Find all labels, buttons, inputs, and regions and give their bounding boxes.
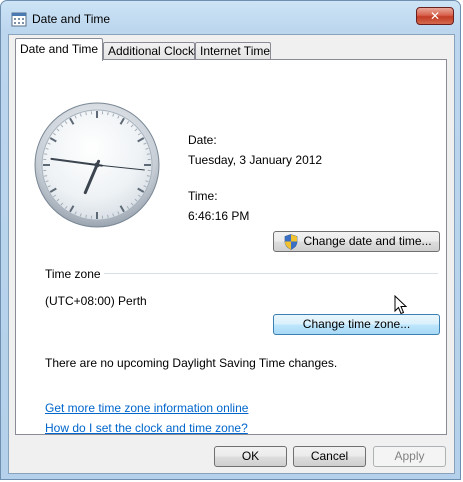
- mouse-pointer-icon: [394, 295, 408, 315]
- close-icon: ✕: [429, 9, 441, 23]
- change-date-and-time-button[interactable]: Change date and time...: [273, 231, 440, 252]
- time-zone-value: (UTC+08:00) Perth: [45, 294, 147, 308]
- date-and-time-window: Date and Time ✕ Date and Time Additional…: [0, 0, 461, 480]
- date-time-icon: [11, 12, 27, 27]
- more-time-zone-info-link[interactable]: Get more time zone information online: [45, 401, 248, 415]
- tab-internet-time[interactable]: Internet Time: [195, 42, 271, 60]
- uac-shield-icon: [284, 234, 298, 250]
- ok-button[interactable]: OK: [214, 446, 287, 467]
- dialog-client-area: Date and Time Additional Clocks Internet…: [8, 34, 455, 474]
- analog-clock: [34, 102, 160, 228]
- time-zone-heading: Time zone: [45, 267, 101, 281]
- dst-message: There are no upcoming Daylight Saving Ti…: [45, 356, 338, 370]
- change-date-and-time-label: Change date and time...: [303, 234, 432, 248]
- tab-panel-date-and-time: Date: Tuesday, 3 January 2012 Time: 6:46…: [15, 59, 447, 435]
- tab-additional-clocks[interactable]: Additional Clocks: [103, 42, 200, 60]
- close-button[interactable]: ✕: [416, 7, 454, 25]
- time-label: Time:: [188, 189, 218, 203]
- time-zone-divider: [104, 273, 438, 274]
- window-title: Date and Time: [32, 12, 111, 26]
- title-bar[interactable]: Date and Time ✕: [1, 1, 460, 35]
- change-time-zone-button[interactable]: Change time zone...: [273, 314, 440, 335]
- time-value: 6:46:16 PM: [188, 209, 250, 223]
- cancel-button[interactable]: Cancel: [293, 446, 366, 467]
- tab-date-and-time[interactable]: Date and Time: [15, 38, 103, 61]
- date-label: Date:: [188, 133, 217, 147]
- apply-button[interactable]: Apply: [373, 446, 446, 467]
- how-to-set-clock-link[interactable]: How do I set the clock and time zone?: [45, 421, 248, 435]
- date-value: Tuesday, 3 January 2012: [188, 153, 323, 167]
